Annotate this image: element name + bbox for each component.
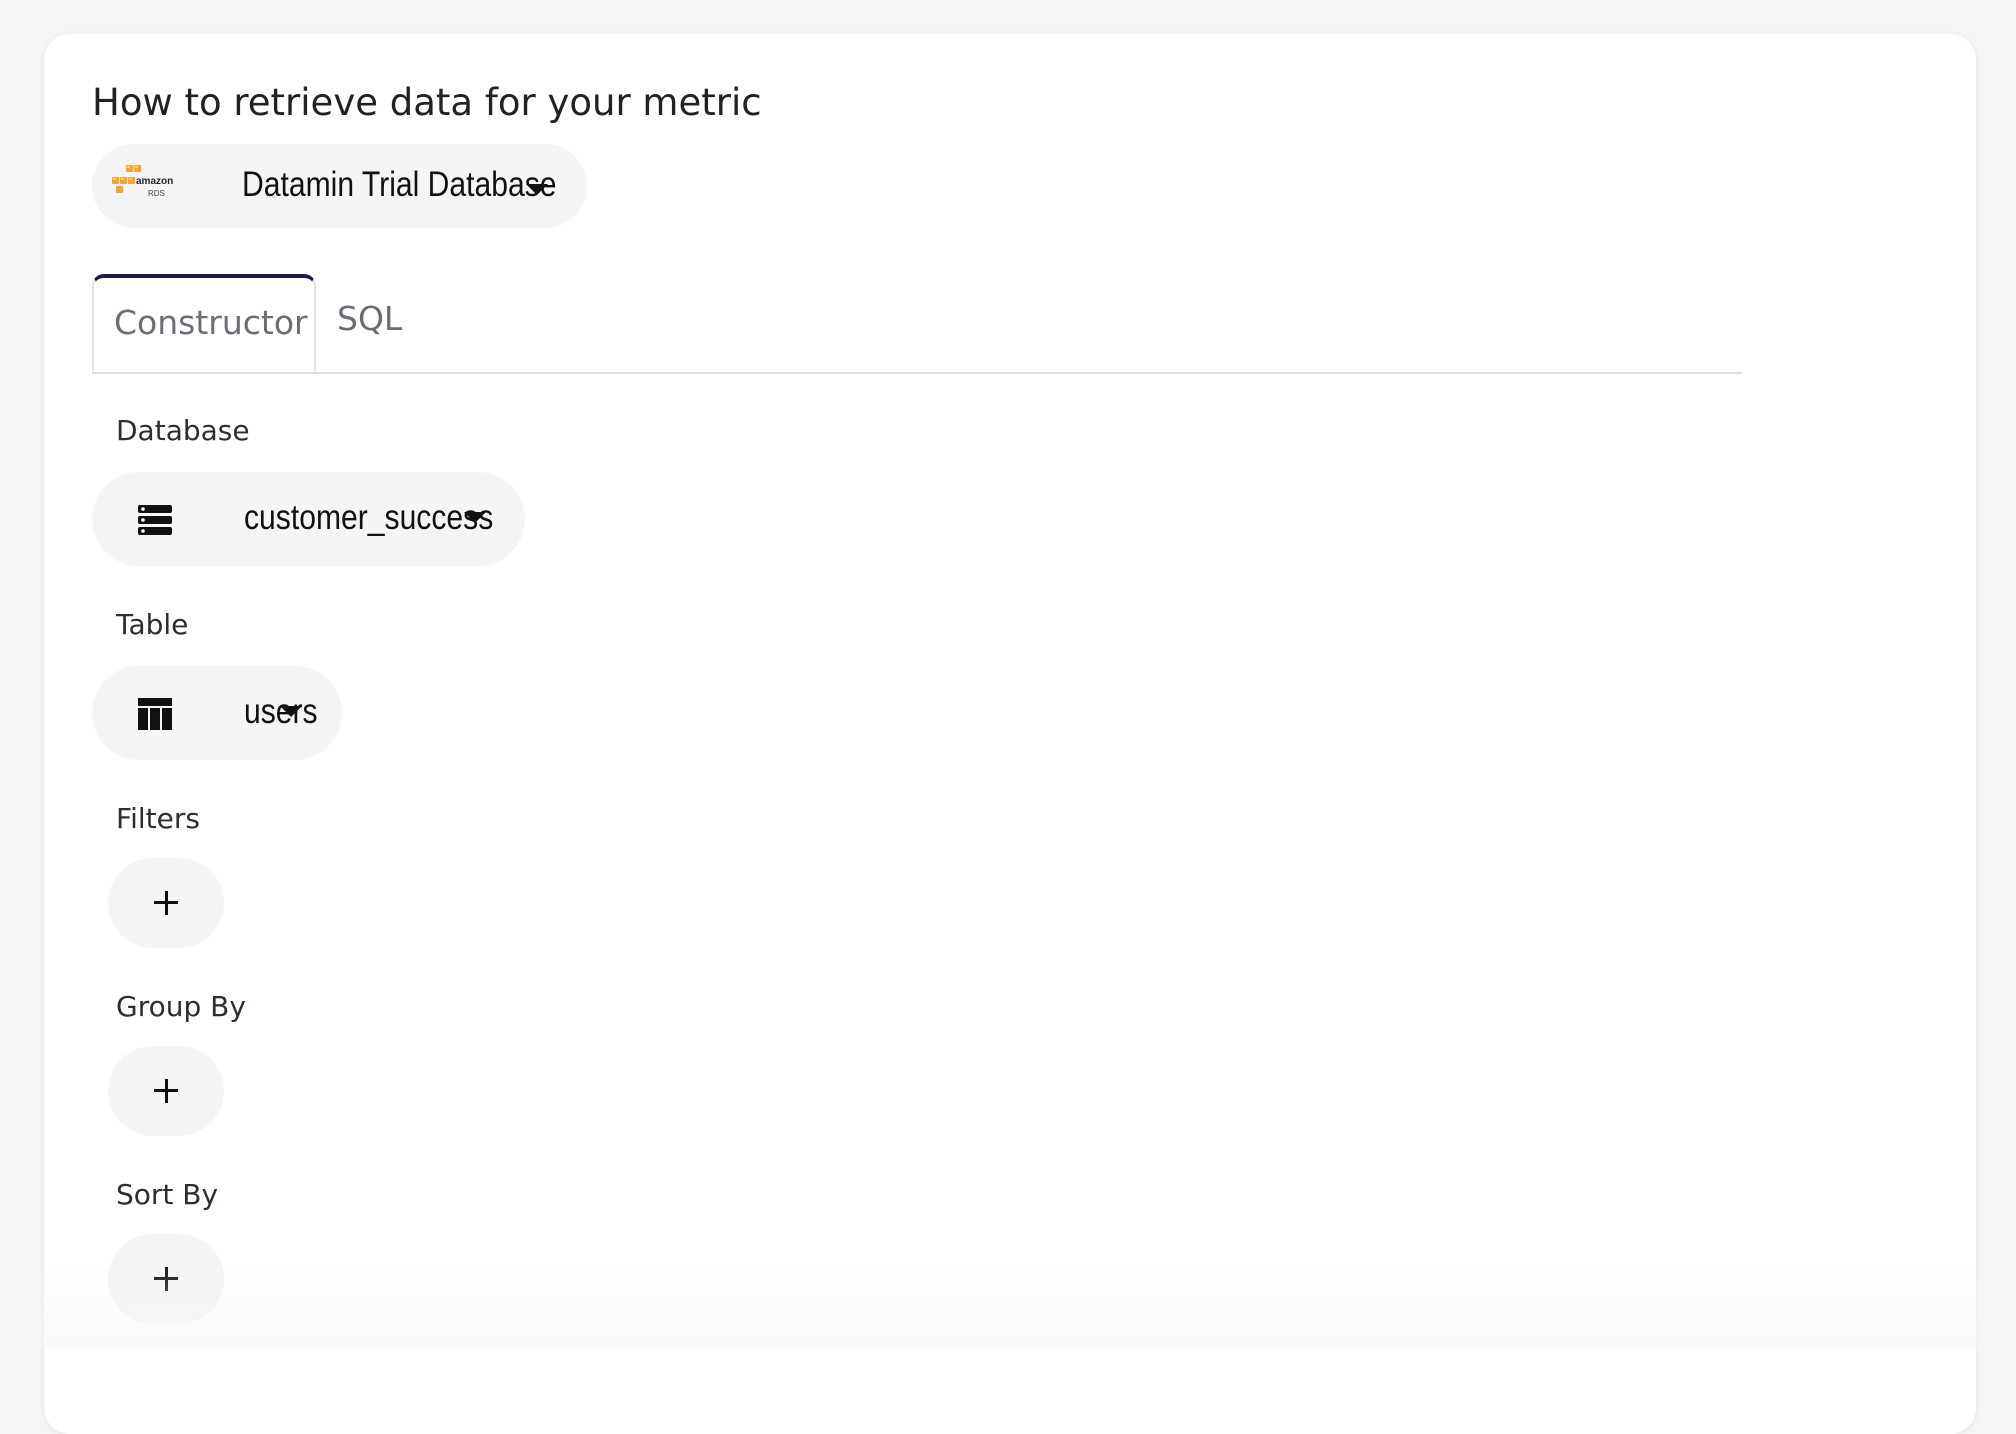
sort-by-label: Sort By [116,1178,219,1211]
filters-label: Filters [116,802,200,835]
group-by-label: Group By [116,990,246,1023]
add-sort-by-button[interactable] [108,1234,224,1324]
add-filter-button[interactable] [108,858,224,948]
add-group-by-button[interactable] [108,1046,224,1136]
chevron-down-icon [280,706,302,717]
card-title: How to retrieve data for your metric [92,81,762,124]
tab-sql[interactable]: SQL [337,299,402,338]
tab-constructor-label: Constructor [114,303,308,342]
table-icon [138,698,172,730]
chevron-down-icon [526,184,548,195]
database-label: Database [116,414,250,447]
data-source-label: Datamin Trial Database [242,165,557,204]
database-dropdown[interactable]: customer_success [92,472,525,566]
table-dropdown[interactable]: users [92,666,342,760]
rds-logo-text-bottom: RDS [148,189,165,198]
metric-query-card: How to retrieve data for your metric ama… [44,34,1976,1434]
tab-constructor[interactable]: Constructor [92,274,316,372]
database-icon [138,505,172,535]
database-value: customer_success [244,498,494,537]
chevron-down-icon [464,512,486,523]
data-source-dropdown[interactable]: amazon RDS Datamin Trial Database [92,144,587,228]
rds-logo-text-top: amazon [136,176,173,187]
query-mode-tabs: Constructor SQL [92,274,1742,374]
amazon-rds-logo: amazon RDS [112,165,173,198]
table-label: Table [116,608,189,641]
